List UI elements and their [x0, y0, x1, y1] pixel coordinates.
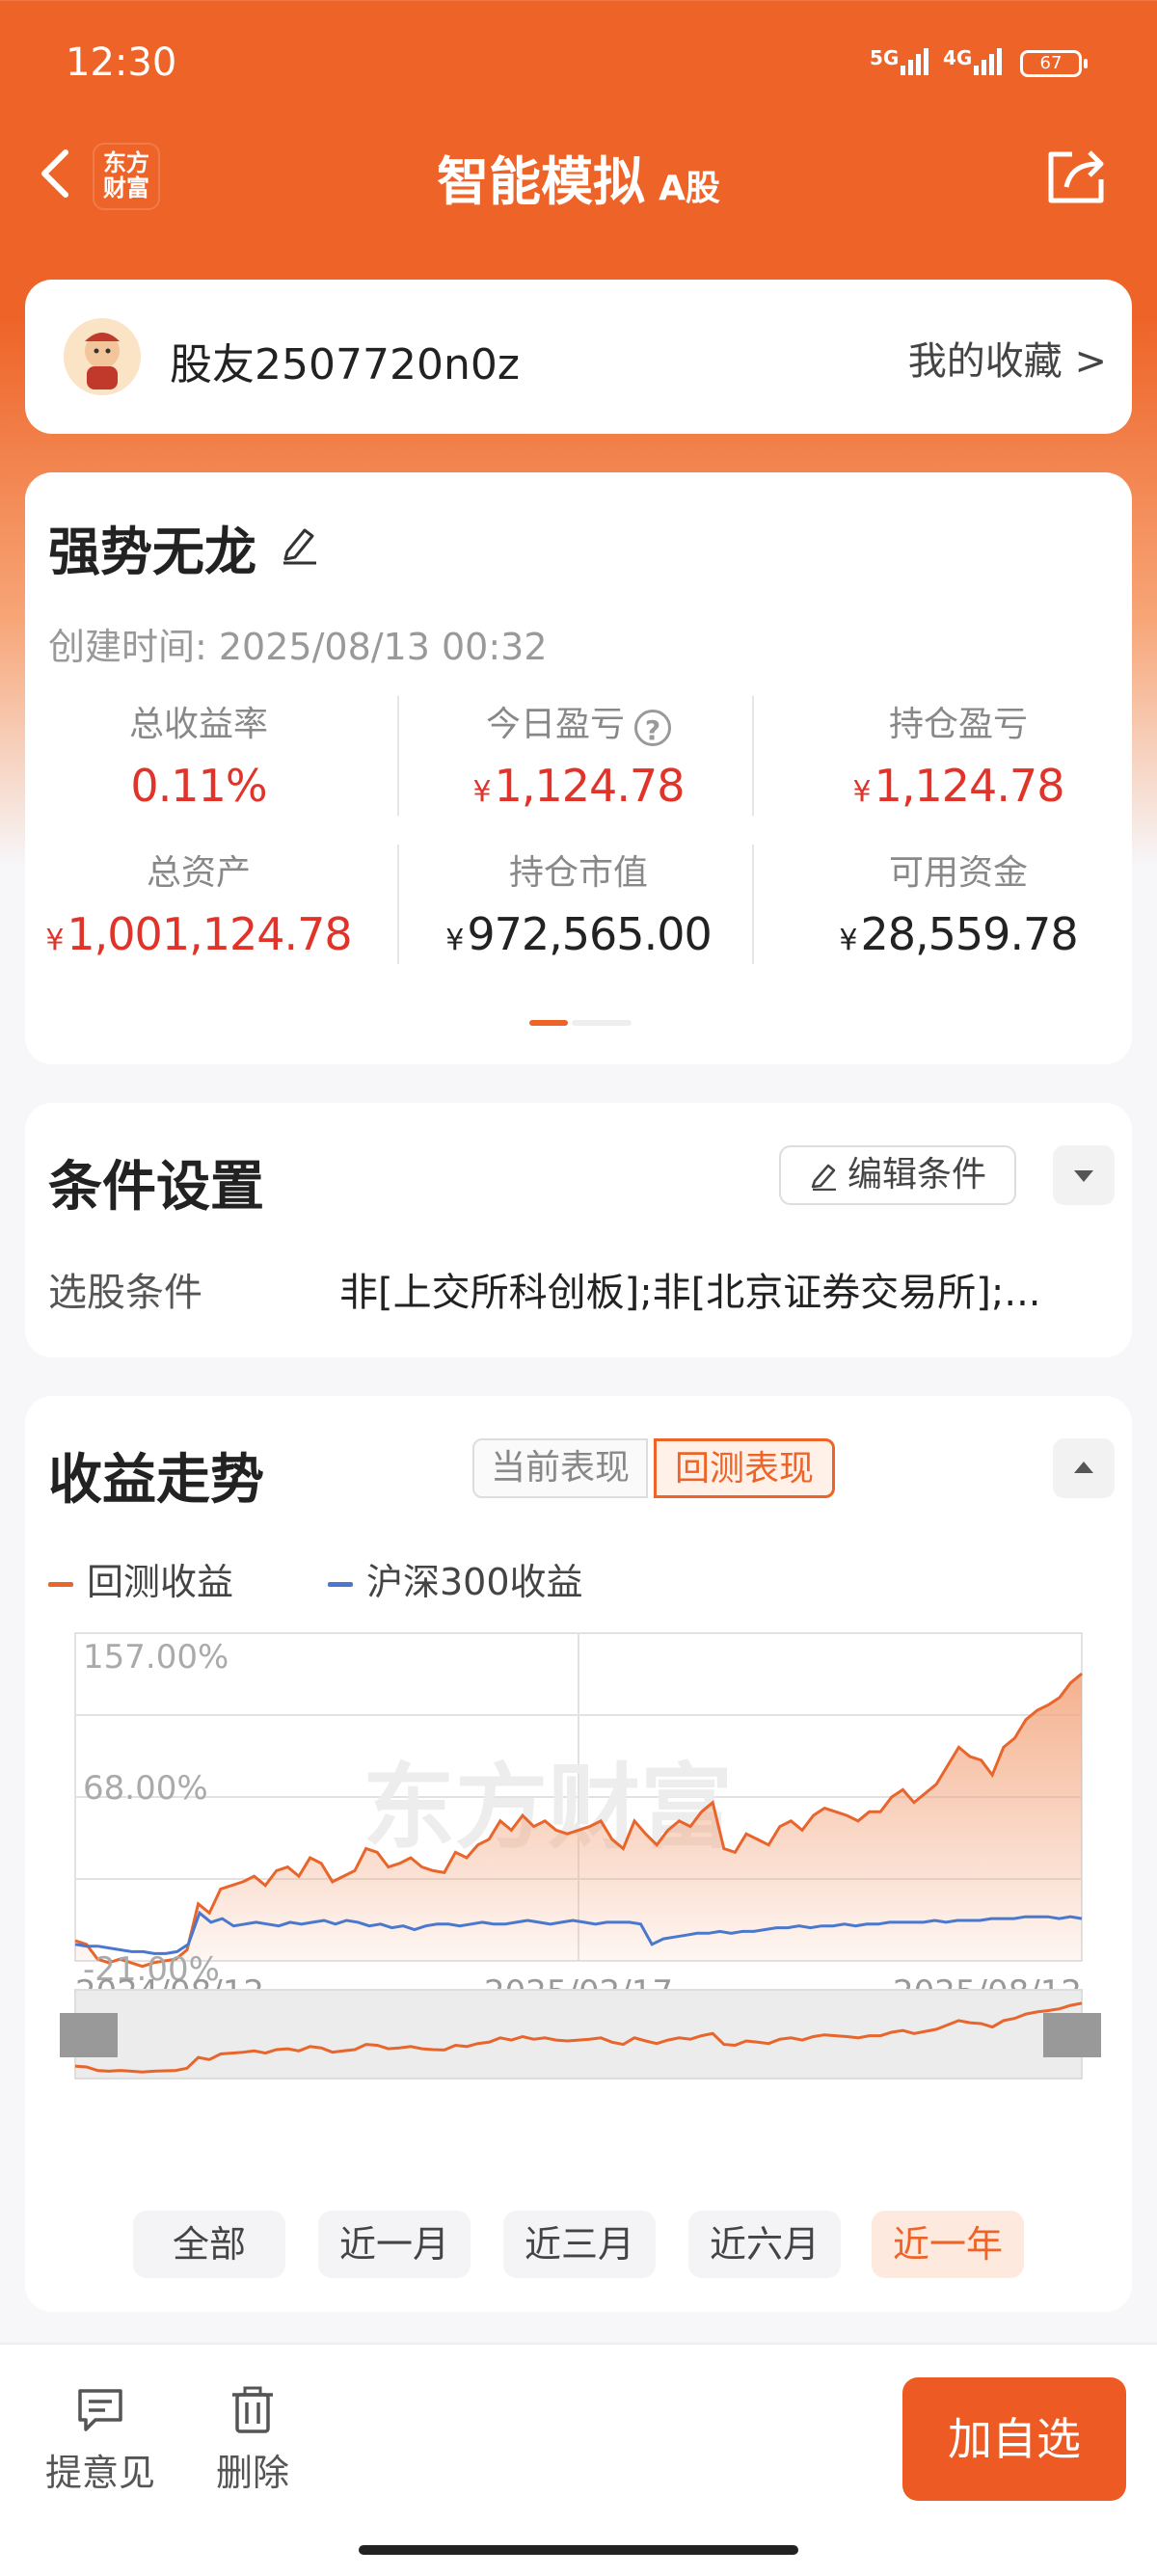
- stat-value-text: 1,124.78: [874, 760, 1065, 812]
- share-button[interactable]: [1043, 145, 1111, 208]
- share-icon: [1048, 150, 1104, 203]
- tab-current-performance[interactable]: 当前表现: [472, 1438, 648, 1498]
- avatar-icon: [85, 333, 120, 389]
- condition-label: 选股条件: [48, 1271, 202, 1315]
- stat-label: 持仓盈亏: [888, 705, 1028, 744]
- y-tick-label: 157.00%: [83, 1638, 229, 1677]
- divider: [397, 845, 399, 964]
- user-card: 股友2507720n0z 我的收藏 >: [25, 280, 1132, 434]
- network-4g-label: 4G: [943, 46, 973, 69]
- stat-label: 今日盈亏?: [405, 696, 752, 746]
- stat-label: 可用资金: [888, 853, 1028, 893]
- delete-label: 删除: [215, 2452, 289, 2494]
- page-indicator: [529, 1020, 632, 1026]
- edit-name-icon[interactable]: [278, 523, 320, 565]
- status-time: 12:30: [66, 40, 177, 85]
- delete-button[interactable]: 删除: [195, 2385, 310, 2496]
- help-icon[interactable]: ?: [634, 710, 671, 746]
- feedback-button[interactable]: 提意见: [42, 2385, 158, 2496]
- stat-value: ¥1,001,124.78: [25, 908, 372, 960]
- edit-conditions-button[interactable]: 编辑条件: [779, 1145, 1016, 1205]
- stat-value-text: 1,001,124.78: [67, 908, 352, 960]
- currency-symbol: ¥: [445, 924, 464, 957]
- range-handle-right[interactable]: [1043, 2013, 1101, 2057]
- y-tick-label: 68.00%: [83, 1769, 208, 1808]
- range-1m-button[interactable]: 近一月: [318, 2211, 471, 2278]
- range-all-button[interactable]: 全部: [133, 2211, 285, 2278]
- stat-value-text: 972,565.00: [467, 908, 712, 960]
- page-title-text: 智能模拟: [437, 151, 646, 212]
- battery-icon: 67: [1020, 50, 1088, 77]
- trend-card: 收益走势 当前表现 回测表现 回测收益 沪深300收益 东方财富 157.00%…: [25, 1396, 1132, 2312]
- stat-label-text: 今日盈亏: [485, 705, 625, 744]
- stat-position-pnl: 持仓盈亏 ¥1,124.78: [785, 696, 1132, 812]
- caret-up-icon: [1074, 1462, 1093, 1473]
- signal-4g-icon: [974, 44, 1002, 75]
- stat-label: 持仓市值: [508, 853, 648, 893]
- my-favorites-link[interactable]: 我的收藏 >: [908, 330, 1107, 386]
- divider: [752, 696, 754, 816]
- condition-value: 非[上交所科创板];非[北京证券交易所];...: [339, 1271, 1041, 1315]
- add-to-watchlist-button[interactable]: 加自选: [902, 2377, 1126, 2501]
- legend-label: 回测收益: [87, 1561, 234, 1603]
- edit-icon: [811, 1164, 836, 1192]
- legend-label: 沪深300收益: [366, 1561, 583, 1603]
- collapse-trend-button[interactable]: [1053, 1438, 1115, 1498]
- stat-value-text: 0.11%: [130, 760, 267, 812]
- trend-title: 收益走势: [48, 1449, 264, 1512]
- currency-symbol: ¥: [839, 924, 857, 957]
- range-navigator[interactable]: [74, 1989, 1083, 2080]
- stat-label: 总收益率: [128, 705, 268, 744]
- currency-symbol: ¥: [45, 924, 64, 957]
- divider: [397, 696, 399, 816]
- network-5g-label: 5G: [870, 46, 900, 69]
- stat-total-assets: 总资产 ¥1,001,124.78: [25, 845, 372, 960]
- range-6m-button[interactable]: 近六月: [688, 2211, 841, 2278]
- portfolio-name: 强势无龙: [48, 522, 256, 582]
- edit-conditions-label: 编辑条件: [847, 1155, 986, 1194]
- stat-value: 0.11%: [25, 760, 372, 812]
- stat-today-pnl: 今日盈亏? ¥1,124.78: [405, 696, 752, 812]
- currency-symbol: ¥: [472, 775, 492, 809]
- signal-5g-icon: [901, 44, 928, 75]
- stat-value: ¥28,559.78: [785, 908, 1132, 960]
- stat-market-value: 持仓市值 ¥972,565.00: [405, 845, 752, 960]
- stat-label: 总资产: [146, 853, 251, 893]
- divider: [752, 845, 754, 964]
- feedback-icon: [78, 2389, 122, 2431]
- stat-total-return: 总收益率 0.11%: [25, 696, 372, 812]
- feedback-label: 提意见: [44, 2452, 155, 2494]
- created-time: 创建时间: 2025/08/13 00:32: [48, 626, 548, 668]
- stat-value: ¥1,124.78: [785, 760, 1132, 812]
- range-1y-button[interactable]: 近一年: [872, 2211, 1024, 2278]
- stat-value-text: 28,559.78: [860, 908, 1078, 960]
- range-handle-left[interactable]: [60, 2013, 118, 2057]
- stat-value: ¥1,124.78: [405, 760, 752, 812]
- market-tag: A股: [659, 169, 720, 208]
- avatar: [64, 318, 141, 395]
- legend-swatch: [328, 1582, 353, 1587]
- conditions-title: 条件设置: [48, 1156, 264, 1219]
- legend-hs300: 沪深300收益: [328, 1552, 583, 1605]
- range-3m-button[interactable]: 近三月: [503, 2211, 656, 2278]
- return-chart[interactable]: 东方财富 157.00%68.00%-21.00%2024/08/122025/…: [25, 1618, 1132, 2138]
- stat-value: ¥972,565.00: [405, 908, 752, 960]
- trash-icon: [232, 2386, 273, 2433]
- legend-swatch: [48, 1582, 73, 1587]
- home-indicator: [359, 2545, 798, 2555]
- bottom-bar: 提意见 删除 加自选: [0, 2343, 1157, 2576]
- legend-backtest: 回测收益: [48, 1552, 233, 1605]
- conditions-card: 条件设置 编辑条件 选股条件 非[上交所科创板];非[北京证券交易所];...: [25, 1103, 1132, 1357]
- tab-backtest-performance[interactable]: 回测表现: [654, 1438, 835, 1498]
- stat-value-text: 1,124.78: [494, 760, 686, 812]
- currency-symbol: ¥: [852, 775, 872, 809]
- account-card: 强势无龙 创建时间: 2025/08/13 00:32 总收益率 0.11% 今…: [25, 472, 1132, 1064]
- stat-available-cash: 可用资金 ¥28,559.78: [785, 845, 1132, 960]
- username: 股友2507720n0z: [170, 340, 520, 389]
- expand-conditions-button[interactable]: [1053, 1145, 1115, 1205]
- caret-down-icon: [1074, 1170, 1093, 1182]
- page-title: 智能模拟 A股: [0, 139, 1157, 215]
- status-bar: 12:30 5G 4G 67: [0, 0, 1157, 125]
